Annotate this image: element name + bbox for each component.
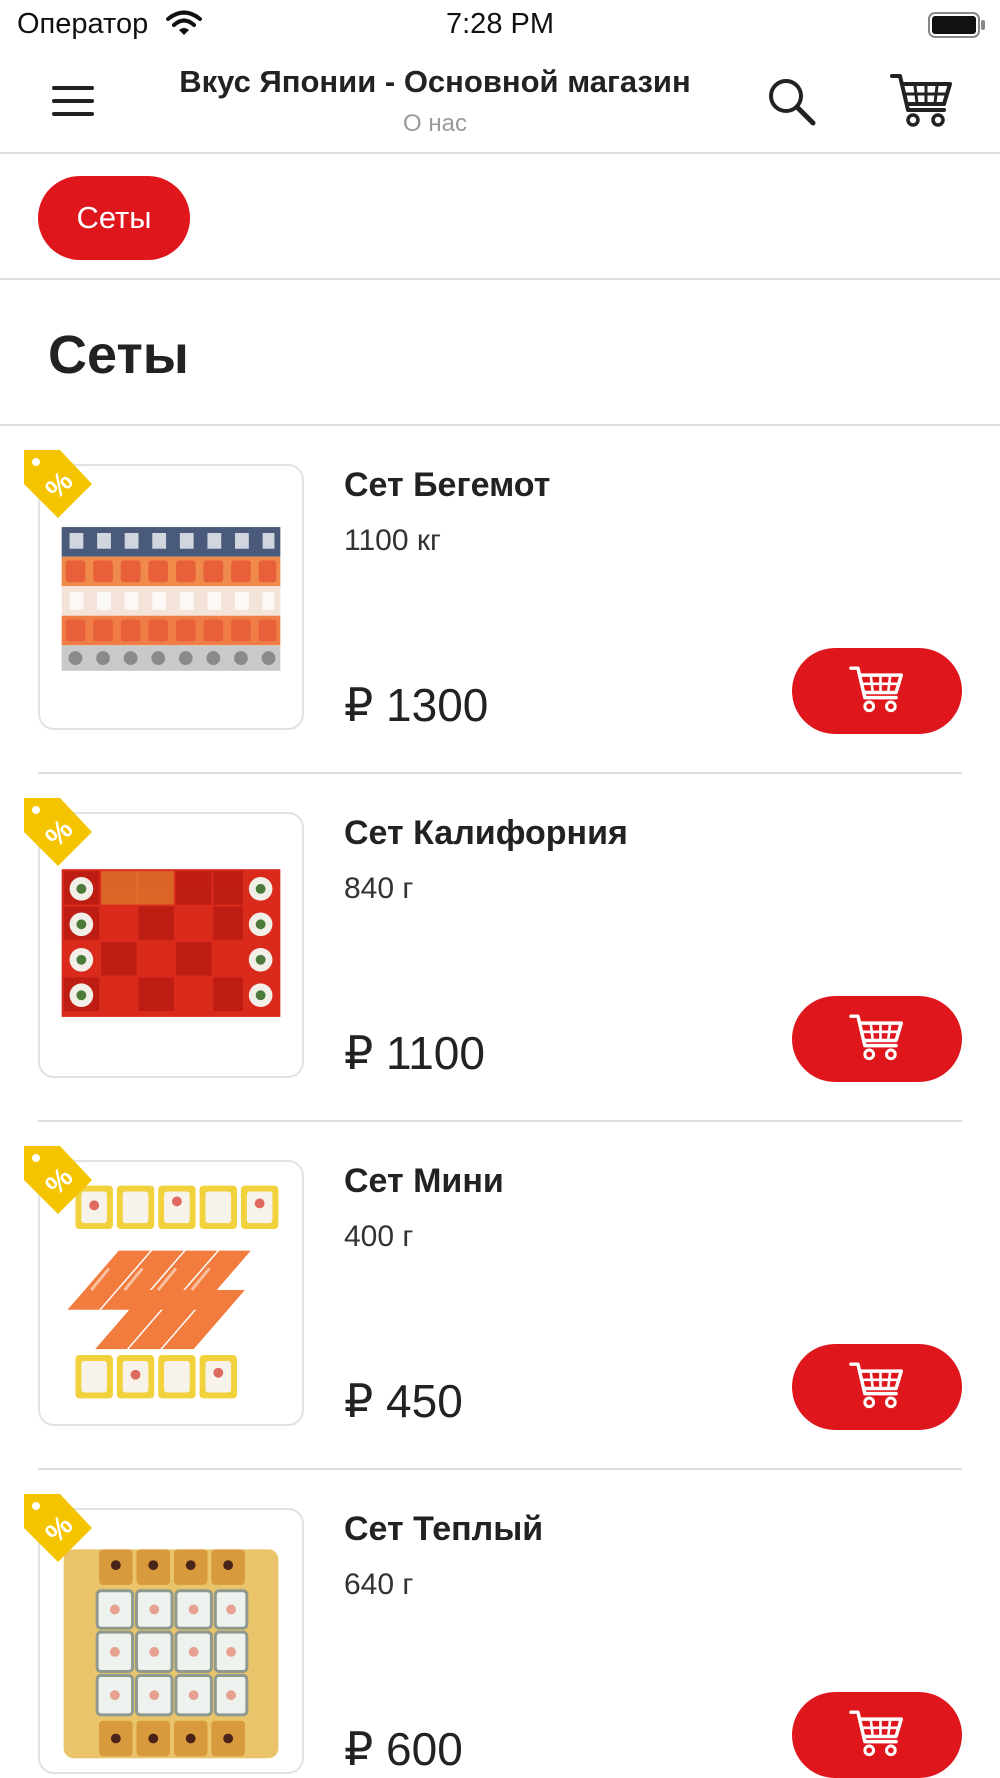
add-to-cart-button[interactable] (792, 1692, 962, 1778)
status-time: 7:28 PM (446, 8, 554, 40)
cart-icon (847, 1707, 907, 1764)
product-card[interactable]: % Сет Теплый 640 г ₽ 600 (0, 1470, 1000, 1778)
product-price: ₽ 600 (344, 1723, 463, 1775)
store-title[interactable]: Вкус Японии - Основной магазин (120, 64, 750, 100)
add-to-cart-button[interactable] (792, 648, 962, 734)
product-name[interactable]: Сет Мини (344, 1162, 504, 1201)
about-link[interactable]: О нас (120, 110, 750, 138)
discount-tag-icon: % (22, 1492, 94, 1564)
product-price: ₽ 1300 (344, 679, 489, 731)
product-card[interactable]: % Сет Мини 400 г ₽ 450 (0, 1122, 1000, 1470)
search-icon[interactable] (764, 74, 820, 130)
product-name[interactable]: Сет Калифорния (344, 814, 628, 853)
product-card[interactable]: % Сет Калифорния 840 г ₽ 1100 (0, 774, 1000, 1122)
product-weight: 640 г (344, 1568, 414, 1601)
cart-icon (847, 1011, 907, 1068)
product-weight: 400 г (344, 1220, 414, 1253)
product-card[interactable]: % Сет Бегемот 1100 кг ₽ 1300 (0, 426, 1000, 774)
discount-tag-icon: % (22, 1144, 94, 1216)
cart-icon (847, 1359, 907, 1416)
product-price: ₽ 1100 (344, 1027, 485, 1079)
category-chips: Сеты (0, 154, 1000, 280)
product-price: ₽ 450 (344, 1375, 463, 1427)
section-title: Сеты (48, 325, 189, 385)
cart-icon (847, 663, 907, 720)
product-name[interactable]: Сет Теплый (344, 1510, 543, 1549)
status-bar: Оператор 7:28 PM (0, 0, 1000, 52)
menu-icon[interactable] (52, 82, 98, 122)
nav-bar: Вкус Японии - Основной магазин О нас (0, 52, 1000, 154)
section-header: Сеты (0, 280, 1000, 426)
product-weight: 1100 кг (344, 524, 441, 557)
add-to-cart-button[interactable] (792, 996, 962, 1082)
discount-tag-icon: % (22, 796, 94, 868)
battery-icon (928, 12, 986, 43)
discount-tag-icon: % (22, 448, 94, 520)
add-to-cart-button[interactable] (792, 1344, 962, 1430)
product-weight: 840 г (344, 872, 414, 905)
product-name[interactable]: Сет Бегемот (344, 466, 550, 505)
cart-icon[interactable] (888, 70, 956, 130)
category-chip-sets[interactable]: Сеты (38, 176, 190, 260)
